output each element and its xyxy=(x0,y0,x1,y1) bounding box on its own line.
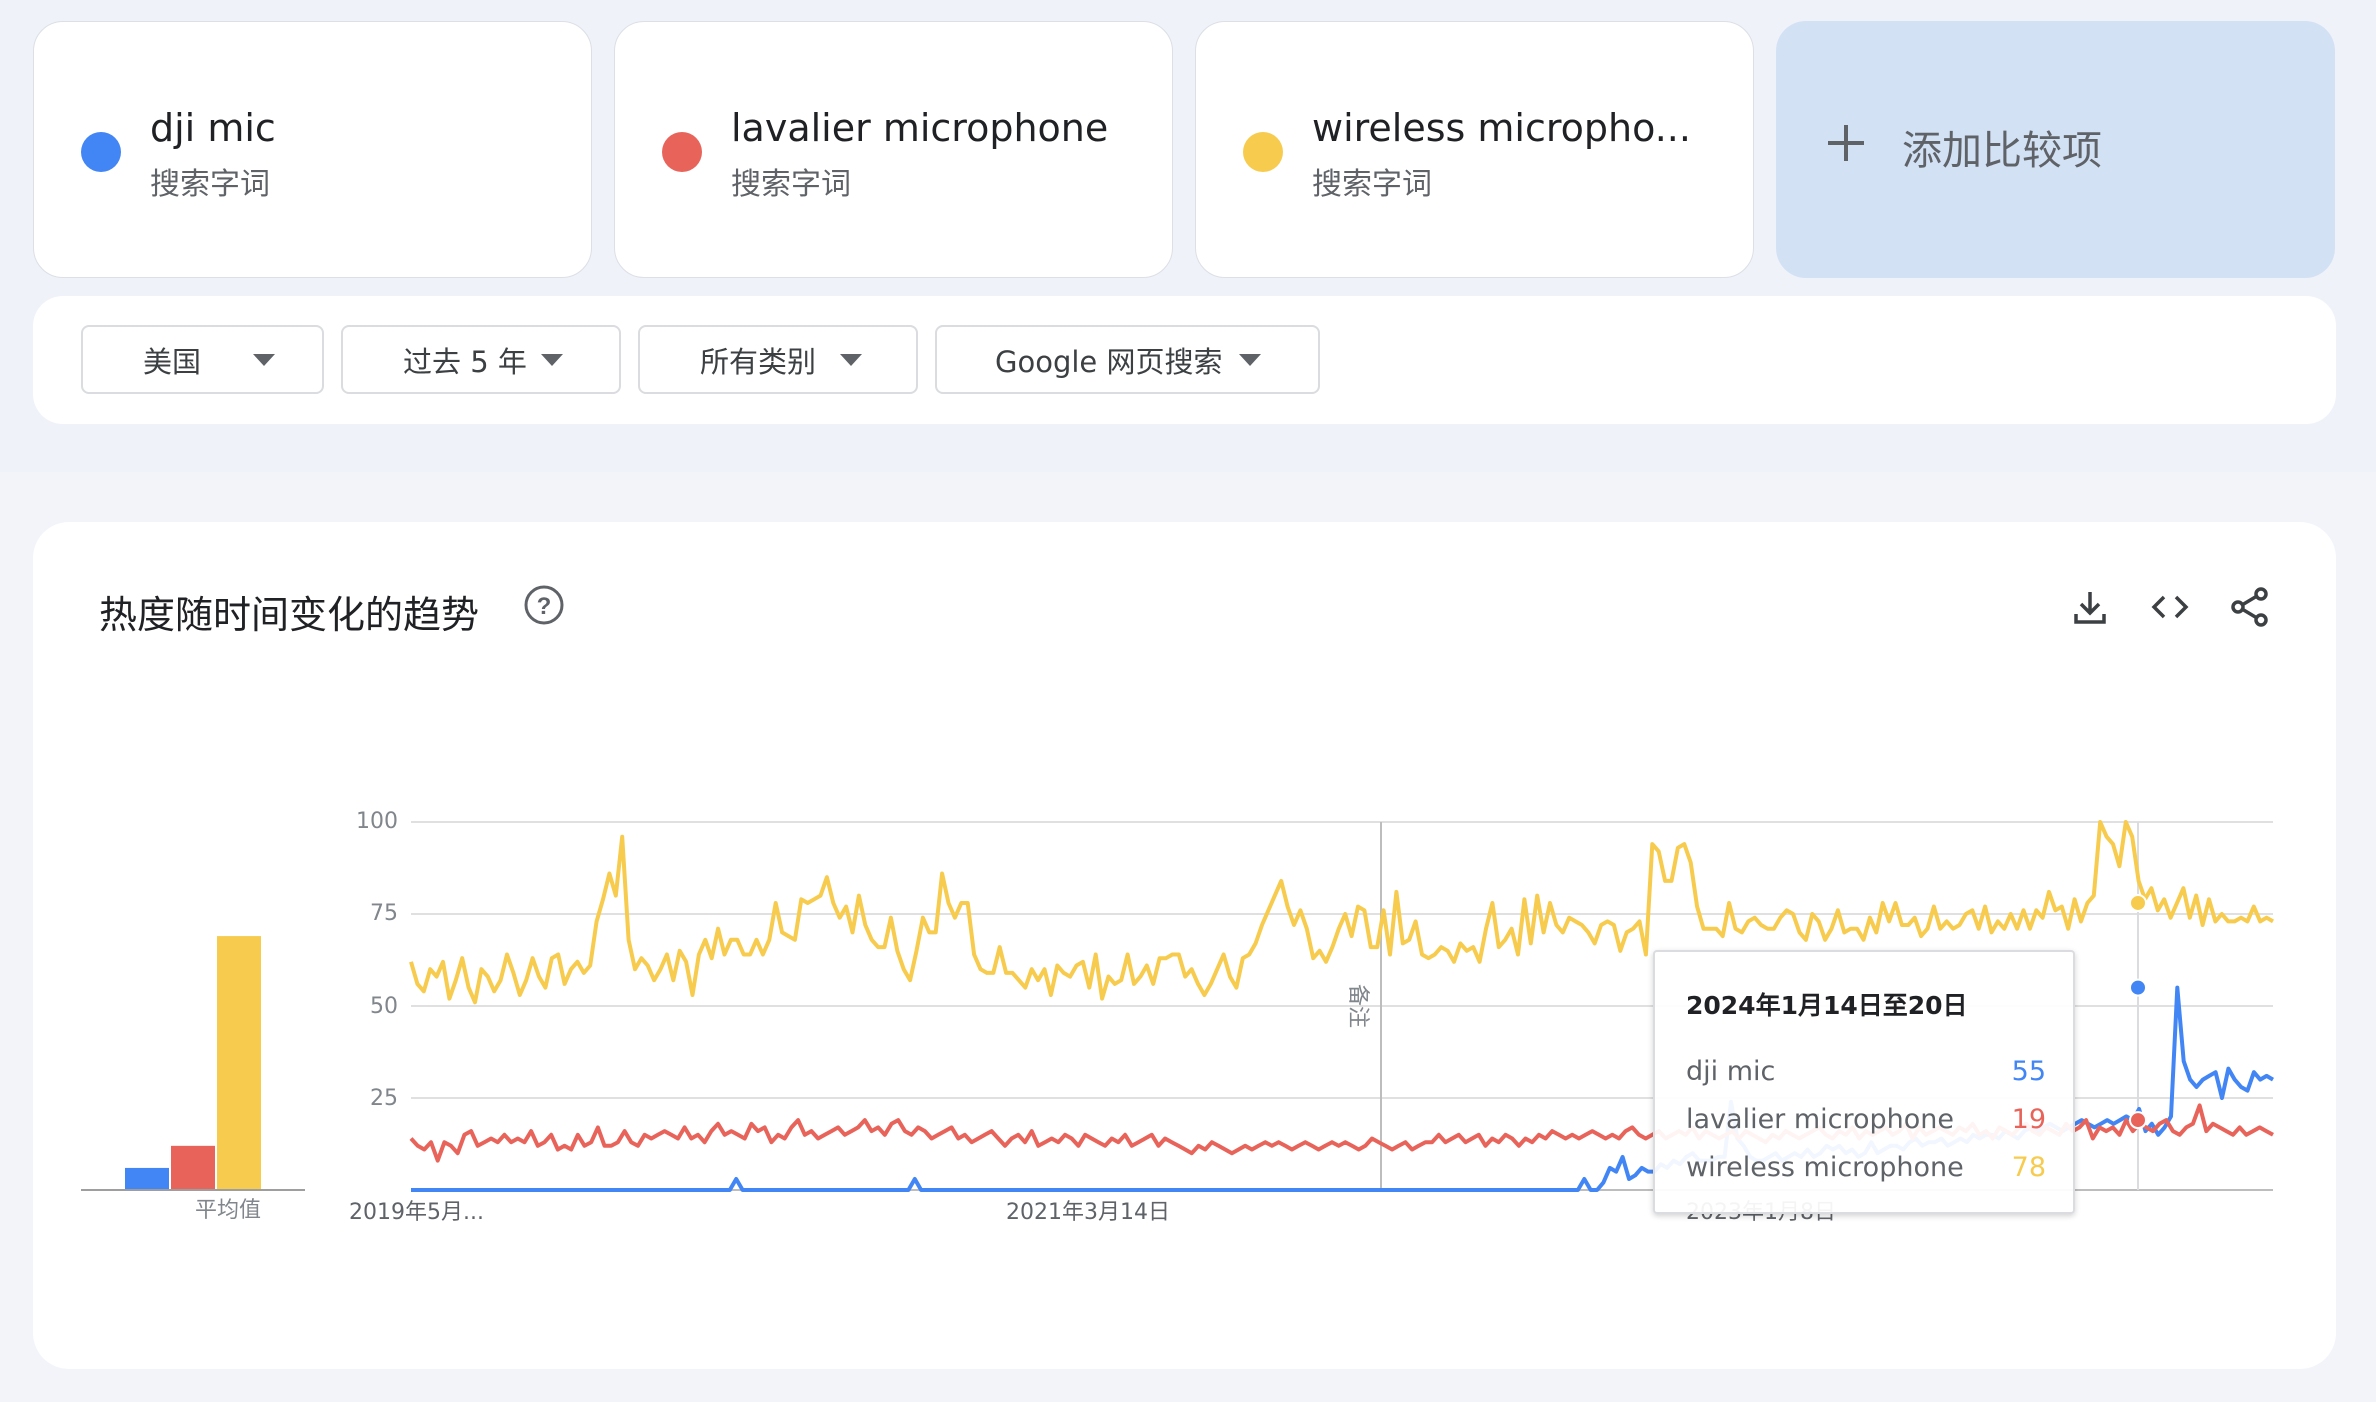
caret-down-icon xyxy=(1239,353,1261,366)
add-compare-button[interactable]: 添加比较项 xyxy=(1776,21,2335,278)
term-type: 搜索字词 xyxy=(731,167,851,202)
term-card-wireless-microphone[interactable]: wireless micropho... 搜索字词 xyxy=(1195,21,1754,278)
tooltip-value: 19 xyxy=(2011,1104,2046,1135)
caret-down-icon xyxy=(541,353,563,366)
tooltip-row: wireless microphone 78 xyxy=(1686,1152,2046,1186)
average-label: 平均值 xyxy=(194,1198,261,1223)
tooltip-date: 2024年1月14日至20日 xyxy=(1686,991,1968,1020)
average-bar xyxy=(171,1145,215,1190)
tooltip-term: lavalier microphone xyxy=(1686,1104,1955,1135)
filter-bar: 美国 过去 5 年 所有类别 Google 网页搜索 xyxy=(33,296,2336,424)
tooltip-value: 55 xyxy=(2011,1056,2046,1087)
note-marker-label[interactable]: 备注 xyxy=(1344,984,1376,1028)
time-range-dropdown[interactable]: 过去 5 年 xyxy=(341,325,621,394)
y-tick-label: 50 xyxy=(370,994,398,1019)
term-name[interactable]: dji mic xyxy=(150,106,276,150)
term-name[interactable]: wireless micropho... xyxy=(1312,106,1691,150)
y-tick-label: 75 xyxy=(370,901,398,926)
region-dropdown[interactable]: 美国 xyxy=(81,325,324,394)
term-card-lavalier-microphone[interactable]: lavalier microphone 搜索字词 xyxy=(614,21,1173,278)
x-tick-label: 2019年5月... xyxy=(349,1200,484,1225)
series-color-dot xyxy=(81,132,121,172)
category-label: 所有类别 xyxy=(700,344,817,379)
term-type: 搜索字词 xyxy=(1312,167,1432,202)
tooltip-row: lavalier microphone 19 xyxy=(1686,1104,2046,1138)
average-bar xyxy=(125,1167,169,1190)
hover-point xyxy=(2129,893,2147,912)
plus-icon xyxy=(1828,125,1864,161)
search-type-label: Google 网页搜索 xyxy=(995,344,1223,379)
x-tick-label: 2021年3月14日 xyxy=(1006,1200,1170,1225)
tooltip-row: dji mic 55 xyxy=(1686,1056,2046,1090)
series-color-dot xyxy=(662,132,702,172)
caret-down-icon xyxy=(253,353,275,366)
hover-point xyxy=(2129,1111,2147,1130)
caret-down-icon xyxy=(840,353,862,366)
series-color-dot xyxy=(1243,132,1283,172)
add-compare-label: 添加比较项 xyxy=(1902,128,2102,174)
trend-chart[interactable] xyxy=(33,522,2336,1369)
hover-point xyxy=(2129,978,2147,997)
tooltip-term: dji mic xyxy=(1686,1056,1776,1087)
term-card-dji-mic[interactable]: dji mic 搜索字词 xyxy=(33,21,592,278)
region-label: 美国 xyxy=(143,344,202,379)
average-bar xyxy=(217,936,261,1190)
tooltip-term: wireless microphone xyxy=(1686,1152,1964,1183)
y-tick-label: 25 xyxy=(370,1086,398,1111)
term-type: 搜索字词 xyxy=(150,167,270,202)
tooltip-value: 78 xyxy=(2011,1152,2046,1183)
term-name[interactable]: lavalier microphone xyxy=(731,106,1108,150)
interest-over-time-panel: 热度随时间变化的趋势 ? 平均值 2019年5月... 2021年3月14日 2… xyxy=(33,522,2336,1369)
category-dropdown[interactable]: 所有类别 xyxy=(638,325,918,394)
y-tick-label: 100 xyxy=(356,809,398,834)
search-type-dropdown[interactable]: Google 网页搜索 xyxy=(935,325,1320,394)
time-range-label: 过去 5 年 xyxy=(403,344,527,379)
chart-tooltip: 2024年1月14日至20日 dji mic 55 lavalier micro… xyxy=(1653,950,2075,1214)
